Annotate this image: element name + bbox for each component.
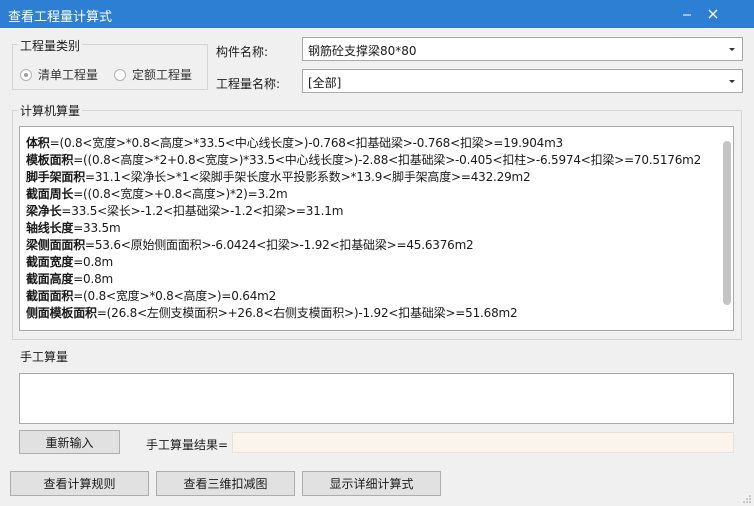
calc-line-name: 体积 — [26, 136, 50, 150]
calc-line-name: 模板面积 — [26, 153, 74, 167]
calc-line: 截面高度=0.8m — [26, 270, 113, 287]
resize-grip-icon[interactable] — [742, 494, 752, 504]
calc-line: 脚手架面积=31.1<梁净长>*1<梁脚手架长度水平投影系数>*13.9<脚手架… — [26, 168, 531, 185]
calc-line-name: 侧面模板面积 — [26, 306, 97, 320]
calc-line: 截面面积=(0.8<宽度>*0.8<高度>)=0.64m2 — [26, 287, 276, 304]
calc-line: 轴线长度=33.5m — [26, 219, 121, 236]
calc-line-expr: =33.5m — [73, 221, 121, 235]
calc-line-expr: =31.1<梁净长>*1<梁脚手架长度水平投影系数>*13.9<脚手架高度>=4… — [85, 170, 531, 184]
minimize-button[interactable] — [677, 4, 697, 24]
title-bar[interactable]: 查看工程量计算式 — [0, 0, 754, 28]
computer-calc-textarea[interactable]: 体积=(0.8<宽度>*0.8<高度>*33.5<中心线长度>)-0.768<扣… — [19, 126, 734, 331]
window-title: 查看工程量计算式 — [8, 10, 113, 25]
show-detail-formula-button[interactable]: 显示详细计算式 — [302, 471, 441, 496]
computer-calc-label: 计算机算量 — [18, 102, 83, 119]
calc-line-expr: =33.5<梁长>-1.2<扣基础梁>-1.2<扣梁>=31.1m — [61, 204, 344, 218]
calc-line-name: 脚手架面积 — [26, 170, 86, 184]
calc-line-name: 截面宽度 — [26, 255, 74, 269]
radio-bill-quantity[interactable]: 清单工程量 — [20, 66, 98, 83]
calc-line-expr: =0.8m — [73, 272, 114, 286]
calc-line: 截面周长=((0.8<宽度>+0.8<高度>)*2)=3.2m — [26, 185, 288, 202]
calc-line-expr: =53.6<原始侧面面积>-6.0424<扣梁>-1.92<扣基础梁>=45.6… — [85, 238, 474, 252]
category-group-label: 工程量类别 — [18, 37, 83, 54]
calc-line: 体积=(0.8<宽度>*0.8<高度>*33.5<中心线长度>)-0.768<扣… — [26, 134, 563, 151]
calc-line: 梁侧面面积=53.6<原始侧面面积>-6.0424<扣梁>-1.92<扣基础梁>… — [26, 236, 474, 253]
radio-bill-quantity-label: 清单工程量 — [38, 68, 99, 82]
calc-line: 侧面模板面积=(26.8<左侧支模面积>+26.8<右侧支模面积>)-1.92<… — [26, 304, 518, 321]
quantity-name-value: [全部] — [308, 76, 342, 90]
radio-quota-quantity[interactable]: 定额工程量 — [114, 66, 192, 83]
manual-result-field[interactable] — [232, 432, 734, 453]
radio-circle-checked — [20, 68, 32, 81]
calc-line-name: 截面面积 — [26, 289, 74, 303]
manual-result-label: 手工算量结果= — [146, 438, 229, 452]
vertical-scrollbar[interactable] — [723, 141, 731, 305]
calc-line-expr: =((0.8<高度>*2+0.8<宽度>)*33.5<中心线长度>)-2.88<… — [73, 153, 702, 167]
calc-line-name: 截面周长 — [26, 187, 74, 201]
view-3d-deduction-button[interactable]: 查看三维扣减图 — [156, 471, 295, 496]
calc-line: 梁净长=33.5<梁长>-1.2<扣基础梁>-1.2<扣梁>=31.1m — [26, 202, 343, 219]
close-button[interactable] — [703, 4, 723, 24]
view-rules-button[interactable]: 查看计算规则 — [10, 471, 149, 496]
component-select[interactable]: 钢筋砼支撑梁80*80 — [302, 37, 743, 61]
chevron-down-icon — [729, 80, 735, 83]
calc-line-expr: =0.8m — [73, 255, 114, 269]
calc-line-name: 截面高度 — [26, 272, 74, 286]
manual-calc-textarea[interactable] — [19, 373, 734, 424]
radio-circle — [114, 68, 126, 81]
quantity-name-select[interactable]: [全部] — [302, 69, 743, 93]
calc-line: 截面宽度=0.8m — [26, 253, 113, 270]
radio-quota-quantity-label: 定额工程量 — [132, 68, 193, 82]
calc-line: 模板面积=((0.8<高度>*2+0.8<宽度>)*33.5<中心线长度>)-2… — [26, 151, 701, 168]
calc-line-expr: =(0.8<宽度>*0.8<高度>*33.5<中心线长度>)-0.768<扣基础… — [49, 136, 564, 150]
manual-calc-label: 手工算量 — [18, 348, 71, 365]
component-value: 钢筋砼支撑梁80*80 — [308, 44, 417, 58]
component-label: 构件名称: — [216, 45, 269, 59]
calc-line-expr: =(26.8<左侧支模面积>+26.8<右侧支模面积>)-1.92<扣基础梁>=… — [96, 306, 518, 320]
calc-line-expr: =(0.8<宽度>*0.8<高度>)=0.64m2 — [73, 289, 277, 303]
chevron-down-icon — [729, 48, 735, 51]
reenter-button[interactable]: 重新输入 — [19, 430, 120, 454]
calc-line-name: 梁净长 — [26, 204, 62, 218]
quantity-name-label: 工程量名称: — [216, 77, 281, 91]
close-icon — [708, 9, 718, 19]
minimize-icon — [683, 14, 691, 16]
calc-line-name: 轴线长度 — [26, 221, 74, 235]
calc-line-expr: =((0.8<宽度>+0.8<高度>)*2)=3.2m — [73, 187, 288, 201]
calc-line-name: 梁侧面面积 — [26, 238, 86, 252]
